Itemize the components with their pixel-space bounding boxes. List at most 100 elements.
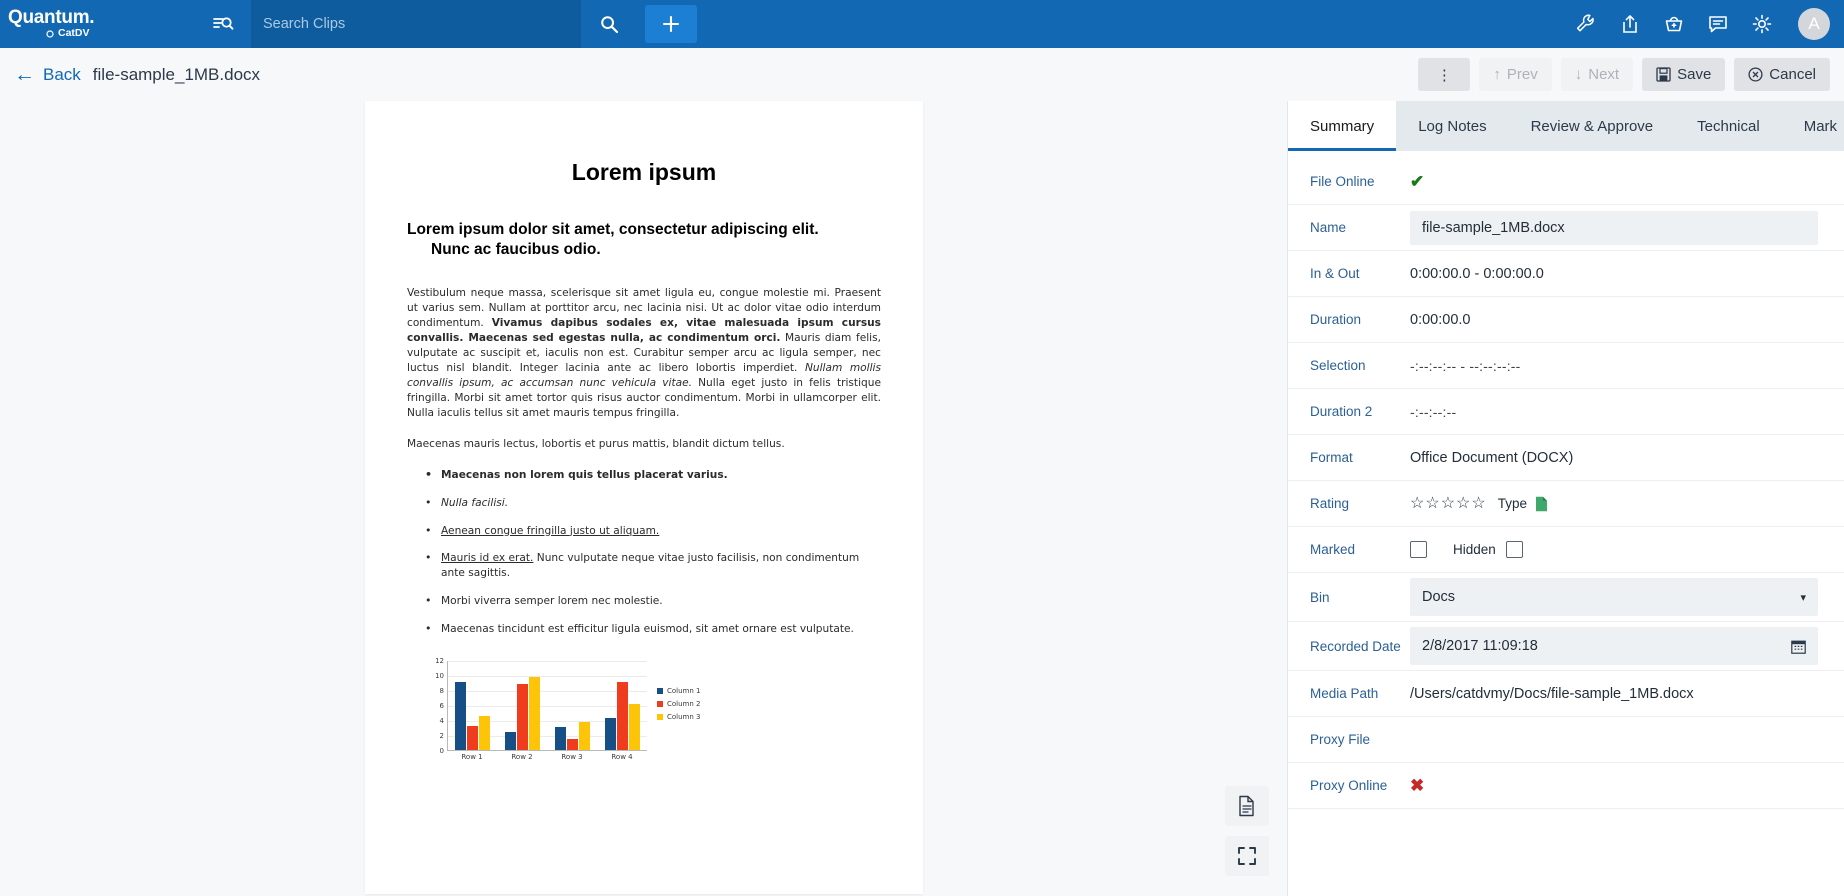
search-input[interactable]: [263, 16, 569, 32]
add-button[interactable]: [645, 5, 697, 43]
list-item: Maecenas non lorem quis tellus placerat …: [407, 467, 881, 483]
back-label: Back: [43, 64, 81, 84]
chart-legend-label: Column 3: [667, 712, 701, 721]
comment-icon[interactable]: [1706, 12, 1730, 36]
next-label: Next: [1588, 66, 1620, 83]
chart-bar: [517, 683, 529, 750]
chart-bar: [529, 677, 541, 750]
cancel-label: Cancel: [1769, 66, 1816, 83]
next-button[interactable]: ↓ Next: [1560, 58, 1634, 91]
rating-star-2[interactable]: ☆: [1425, 495, 1439, 512]
app-logo[interactable]: Quantum. CatDV: [0, 0, 195, 48]
name-input[interactable]: [1410, 210, 1818, 245]
chart-legend-item: Column 2: [657, 700, 701, 708]
brand-product-label: CatDV: [58, 27, 90, 39]
fullscreen-icon[interactable]: [1225, 836, 1269, 876]
chart-x-tick-labels: Row 1 Row 2 Row 3 Row 4: [447, 753, 647, 761]
field-label: Name: [1310, 220, 1347, 235]
prev-label: Prev: [1506, 66, 1538, 83]
list-item: Morbi viverra semper lorem nec molestie.: [407, 593, 881, 609]
arrow-left-icon: ←: [14, 63, 35, 86]
back-button[interactable]: ← Back: [14, 64, 81, 85]
list-item: Mauris id ex erat. Nunc vulputate neque …: [407, 550, 881, 581]
metadata-field-list: File Online ✔ Name In & Out 0:00:00.0 - …: [1288, 151, 1844, 896]
bin-select[interactable]: Docs ▾: [1410, 578, 1818, 616]
chart-legend: Column 1 Column 2 Column 3: [657, 687, 701, 721]
document-heading-line2: Nunc ac faucibus odio.: [431, 240, 601, 258]
chart-y-tick: 6: [439, 701, 444, 710]
field-proxy-file: Proxy File: [1288, 717, 1844, 763]
field-duration-2: Duration 2 -:--:--:--: [1288, 389, 1844, 435]
wrench-icon[interactable]: [1574, 12, 1598, 36]
close-circle-icon: [1748, 67, 1763, 82]
field-label: Format: [1310, 450, 1353, 465]
document-page-icon[interactable]: [1225, 786, 1269, 826]
chart-bar: [554, 726, 566, 750]
list-item: Nulla facilisi.: [407, 495, 881, 511]
chart-legend-swatch: [657, 687, 663, 694]
chart-bar-group: [604, 661, 640, 750]
filter-search-icon[interactable]: [195, 0, 251, 48]
rating-star-4[interactable]: ☆: [1456, 495, 1470, 512]
tab-review-approve[interactable]: Review & Approve: [1509, 101, 1676, 151]
check-icon: ✔: [1410, 171, 1425, 191]
field-duration: Duration 0:00:00.0: [1288, 297, 1844, 343]
bin-selected-value: Docs: [1422, 589, 1456, 605]
chart-y-tick: 0: [439, 746, 444, 755]
rating-star-1[interactable]: ☆: [1410, 495, 1424, 512]
basket-icon[interactable]: [1662, 12, 1686, 36]
avatar[interactable]: A: [1798, 8, 1830, 40]
tab-log-notes[interactable]: Log Notes: [1396, 101, 1508, 151]
rating-star-3[interactable]: ☆: [1441, 495, 1455, 512]
chart-y-tick: 10: [435, 671, 444, 680]
metadata-panel: Summary Log Notes Review & Approve Techn…: [1288, 101, 1844, 896]
preview-tool-buttons: [1225, 786, 1269, 876]
chart-y-tick: 4: [439, 716, 444, 725]
page-title: file-sample_1MB.docx: [92, 64, 261, 84]
chart-x-tick: Row 1: [461, 752, 483, 761]
chart-bar: [604, 717, 616, 750]
field-label: Proxy Online: [1310, 778, 1388, 793]
field-value: 0:00:00.0 - 0:00:00.0: [1410, 265, 1544, 282]
rating-star-5[interactable]: ☆: [1471, 495, 1485, 512]
field-value: Office Document (DOCX): [1410, 449, 1574, 466]
document-paragraph-1: Vestibulum neque massa, scelerisque sit …: [407, 286, 881, 421]
chart-legend-label: Column 2: [667, 699, 701, 708]
list-item: Aenean congue fringilla justo ut aliquam…: [407, 523, 881, 539]
share-upload-icon[interactable]: [1618, 12, 1642, 36]
more-options-button[interactable]: ⋮: [1418, 58, 1471, 91]
field-marked: Marked Hidden: [1288, 527, 1844, 573]
field-label: Selection: [1310, 358, 1366, 373]
field-format: Format Office Document (DOCX): [1288, 435, 1844, 481]
chart-y-tick: 8: [439, 686, 444, 695]
calendar-icon[interactable]: [1791, 639, 1806, 654]
brand-product-name: CatDV: [8, 27, 90, 40]
hidden-checkbox[interactable]: [1505, 541, 1523, 558]
search-icon[interactable]: [581, 0, 637, 48]
document-page: Lorem ipsum Lorem ipsum dolor sit amet, …: [365, 101, 923, 894]
tab-technical[interactable]: Technical: [1675, 101, 1782, 151]
main-content: Lorem ipsum Lorem ipsum dolor sit amet, …: [0, 101, 1844, 896]
document-bullet-list: Maecenas non lorem quis tellus placerat …: [407, 467, 881, 637]
action-bar-buttons: ⋮ ↑ Prev ↓ Next Save Cancel: [1418, 48, 1830, 101]
document-preview-pane: Lorem ipsum Lorem ipsum dolor sit amet, …: [0, 101, 1288, 896]
tab-mark[interactable]: Mark: [1782, 101, 1844, 151]
field-value: -:--:--:--: [1410, 403, 1457, 420]
recorded-date-input[interactable]: 2/8/2017 11:09:18: [1410, 627, 1818, 665]
chart-bars: [448, 661, 647, 750]
chart-legend-item: Column 1: [657, 687, 701, 695]
field-in-and-out: In & Out 0:00:00.0 - 0:00:00.0: [1288, 251, 1844, 297]
gear-icon[interactable]: [1750, 12, 1774, 36]
chart-legend-item: Column 3: [657, 713, 701, 721]
rating-stars[interactable]: ☆ ☆ ☆ ☆ ☆: [1410, 495, 1486, 512]
field-recorded-date: Recorded Date 2/8/2017 11:09:18: [1288, 622, 1844, 671]
save-button[interactable]: Save: [1642, 58, 1726, 91]
chart-plot-area: 0 2 4 6 8 10 12: [435, 657, 647, 755]
cross-icon: ✖: [1410, 775, 1425, 795]
marked-checkbox[interactable]: [1410, 541, 1427, 558]
tab-summary[interactable]: Summary: [1288, 101, 1397, 151]
chart-y-tick: 2: [439, 731, 444, 740]
cancel-button[interactable]: Cancel: [1734, 58, 1830, 91]
chart-legend-swatch: [657, 713, 663, 720]
prev-button[interactable]: ↑ Prev: [1479, 58, 1552, 91]
